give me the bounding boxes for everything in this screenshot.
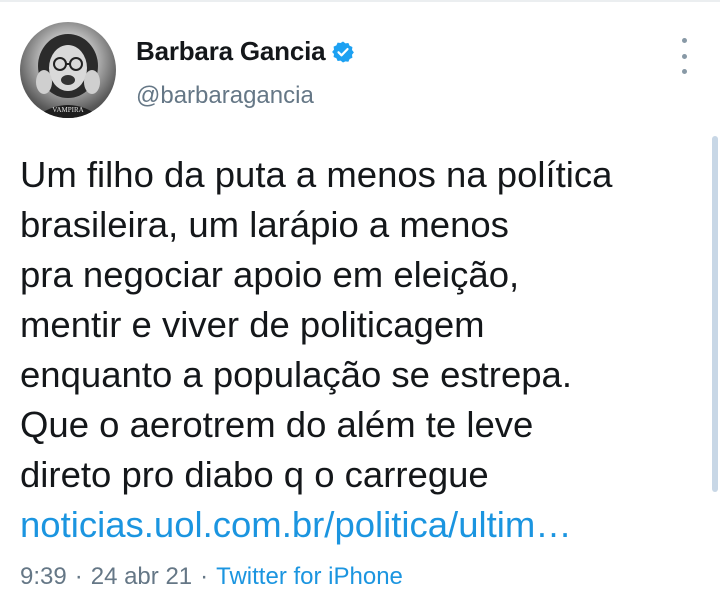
tweet-text: Um filho da puta a menos na política bra… (20, 154, 613, 495)
tweet-source[interactable]: Twitter for iPhone (216, 563, 403, 591)
tweet-time[interactable]: 9:39 (20, 563, 67, 591)
meta-separator: · (74, 563, 83, 590)
divider (0, 0, 720, 2)
tweet-card: VAMPIRA Barbara Gancia @barbaragancia Um… (0, 0, 720, 616)
scrollbar[interactable] (712, 136, 718, 492)
more-options-icon[interactable] (674, 38, 694, 74)
tweet-header: VAMPIRA Barbara Gancia @barbaragancia (20, 22, 700, 122)
display-name[interactable]: Barbara Gancia (136, 36, 326, 67)
verified-badge-icon (331, 40, 355, 64)
tweet-date[interactable]: 24 abr 21 (91, 563, 192, 591)
avatar[interactable]: VAMPIRA (20, 22, 116, 118)
tweet-meta: 9:39 · 24 abr 21 · Twitter for iPhone (20, 563, 403, 591)
avatar-shirt-text: VAMPIRA (52, 106, 83, 114)
tweet-link[interactable]: noticias.uol.com.br/politica/ultim… (20, 500, 572, 550)
meta-separator: · (200, 563, 209, 590)
user-handle[interactable]: @barbaragancia (136, 82, 314, 110)
name-row: Barbara Gancia (136, 36, 355, 67)
